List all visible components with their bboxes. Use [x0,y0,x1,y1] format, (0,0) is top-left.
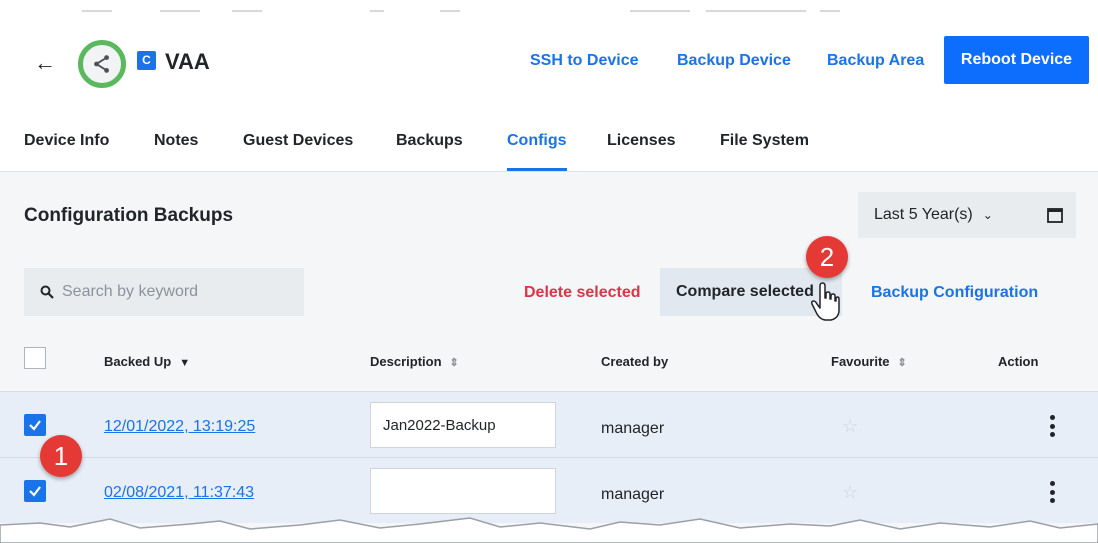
share-button[interactable] [78,40,126,88]
date-range-value: Last 5 Year(s) [874,206,973,223]
col-backed-up[interactable]: Backed Up ▼ [104,354,190,369]
calendar-icon [1047,208,1063,223]
calendar-button[interactable] [1034,192,1076,238]
row-checkbox[interactable] [24,414,46,436]
checkmark-icon [29,486,41,497]
row-checkbox[interactable] [24,480,46,502]
kebab-menu-icon[interactable] [1040,411,1064,441]
col-action: Action [998,354,1039,369]
checkmark-icon [29,420,41,431]
backup-device-link[interactable]: Backup Device [677,52,791,70]
delete-selected-button[interactable]: Delete selected [524,284,641,302]
hand-pointer-icon [810,282,840,321]
compare-selected-label: Compare selected [676,283,814,300]
sort-icon: ⇕ [897,357,907,369]
kebab-menu-icon[interactable] [1040,477,1064,507]
col-description[interactable]: Description ⇕ [370,354,459,369]
chevron-down-icon: ⌄ [982,208,993,222]
torn-edge [0,517,1098,543]
back-arrow-icon[interactable]: ← [34,52,56,74]
search-icon [40,285,54,299]
tab-file-system[interactable]: File System [720,132,809,150]
ssh-to-device-link[interactable]: SSH to Device [530,52,638,70]
sort-desc-icon: ▼ [179,357,191,369]
select-all-checkbox[interactable] [24,347,46,369]
sort-icon: ⇕ [449,357,459,369]
description-field[interactable] [370,402,556,448]
description-field[interactable] [370,468,556,514]
tab-configs[interactable]: Configs [507,132,567,150]
tab-guest-devices[interactable]: Guest Devices [243,132,353,150]
top-strip [0,0,1098,18]
created-by: manager [601,486,665,503]
table-row[interactable]: 02/08/2021, 11:37:43 manager ☆ [0,457,1098,523]
device-type-badge: C [137,51,156,70]
col-favourite[interactable]: Favourite ⇕ [831,354,907,369]
col-favourite-label: Favourite [831,354,890,369]
tab-backups[interactable]: Backups [396,132,463,150]
star-icon[interactable]: ☆ [842,482,858,503]
tab-licenses[interactable]: Licenses [607,132,675,150]
tab-notes[interactable]: Notes [154,132,198,150]
search-input[interactable] [62,283,282,301]
tab-device-info[interactable]: Device Info [24,132,109,150]
device-name: VAA [165,49,210,74]
backup-date-link[interactable]: 12/01/2022, 13:19:25 [104,418,255,436]
step-marker-1: 1 [40,435,82,477]
device-tabs: Device Info Notes Guest Devices Backups … [0,118,1098,172]
col-created-by: Created by [601,354,669,369]
search-box[interactable] [24,268,304,316]
created-by: manager [601,420,665,437]
step-marker-2: 2 [806,236,848,278]
device-header: ← C VAA SSH to Device Backup Device Back… [0,30,1098,94]
col-backed-up-label: Backed Up [104,354,172,369]
date-range-select[interactable]: Last 5 Year(s) ⌄ [858,192,1034,238]
backup-area-link[interactable]: Backup Area [827,52,924,70]
table-row[interactable]: 12/01/2022, 13:19:25 manager ☆ [0,391,1098,457]
share-icon [94,55,109,73]
backup-date-link[interactable]: 02/08/2021, 11:37:43 [104,484,254,502]
section-title: Configuration Backups [24,205,234,226]
col-description-label: Description [370,354,442,369]
active-tab-indicator [507,168,567,171]
star-icon[interactable]: ☆ [842,416,858,437]
backup-configuration-button[interactable]: Backup Configuration [871,284,1038,302]
reboot-device-button[interactable]: Reboot Device [944,36,1089,84]
